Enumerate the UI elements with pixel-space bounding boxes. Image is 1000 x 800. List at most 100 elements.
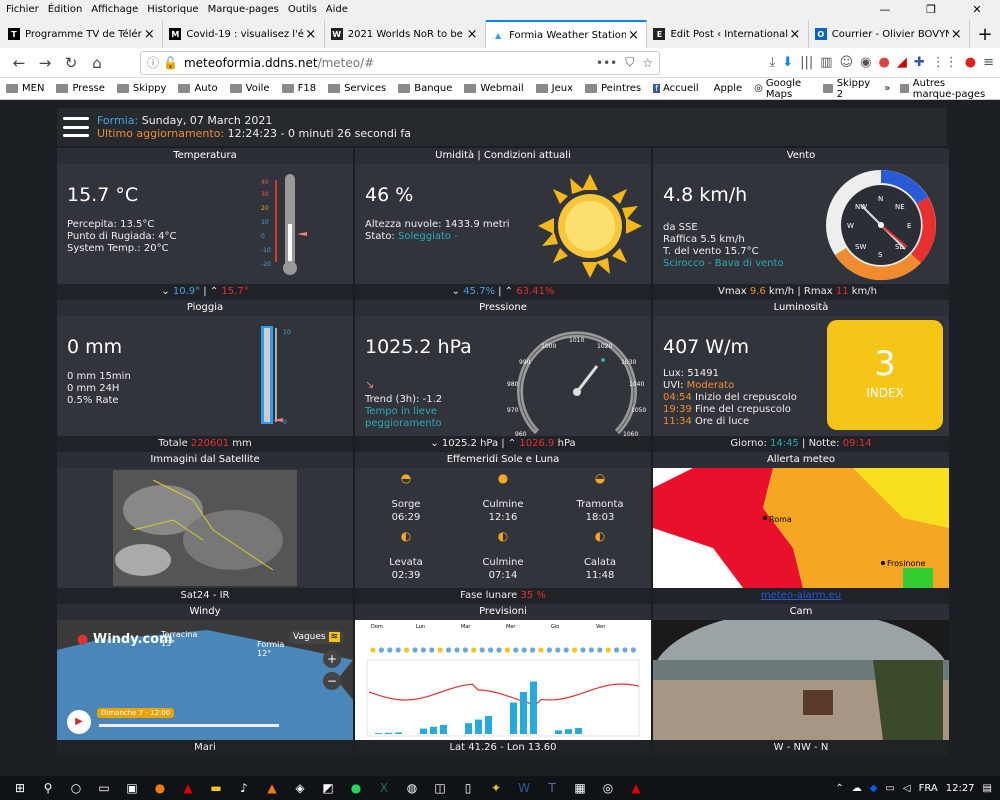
menu-historique[interactable]: Historique [147,4,198,15]
bookmark-folder[interactable]: Presse [56,83,105,94]
tab-edit-post[interactable]: E Edit Post ‹ International For× [647,20,809,48]
bookmark-google-maps[interactable]: ◎ Google Maps [754,78,811,100]
webcam-image[interactable] [653,620,949,740]
dropbox-icon[interactable]: ◆ [870,783,878,794]
app-icon[interactable]: ◩ [314,781,342,795]
alert-map[interactable]: Roma Frosinone [653,468,949,588]
close-tab-icon[interactable]: × [626,28,640,43]
bookmark-folder[interactable]: Voile [229,83,270,94]
windows-start-icon[interactable]: ⊞ [6,781,34,795]
menu-outils[interactable]: Outils [288,4,317,15]
pocket-icon[interactable]: ⛉ [625,55,634,70]
acrobat-icon[interactable]: ▲ [622,781,650,795]
grid-icon[interactable]: ⋮⋮ [932,55,958,70]
bookmark-folder[interactable]: Banque [398,83,452,94]
excel-icon[interactable]: X [370,781,398,795]
account-icon[interactable]: ◉ [860,55,871,70]
reload-icon[interactable]: ↻ [58,54,84,72]
timeline-slider[interactable] [99,724,279,727]
app-icon[interactable]: ▯ [454,781,482,795]
app-icon[interactable]: ▣ [118,781,146,795]
app-icon[interactable]: ▦ [566,781,594,795]
addon-icon[interactable]: ⤓ [770,55,776,70]
windy-layer-button[interactable]: Vagues ≋ [289,630,345,644]
home-icon[interactable]: ⌂ [84,54,110,72]
insecure-lock-icon[interactable]: 🔓 [163,56,178,70]
tab-worlds[interactable]: W 2021 Worlds NoR to be publ× [325,20,487,48]
close-tab-icon[interactable]: × [949,27,963,42]
close-tab-icon[interactable]: × [465,27,479,42]
bookmark-folder[interactable]: Auto [178,83,218,94]
app-icon[interactable]: ◍ [398,781,426,795]
menu-aide[interactable]: Aide [326,4,348,15]
acrobat-icon[interactable]: ▲ [174,781,202,795]
menu-fichier[interactable]: Fichier [6,4,39,15]
bookmark-apple[interactable]: Apple [711,83,742,94]
pdf-icon[interactable]: ◢ [897,55,907,70]
windy-logo[interactable]: ● Windy.com [77,632,173,647]
sync-icon[interactable]: ☺ [840,55,854,70]
cloud-icon[interactable]: ☁ [852,783,862,794]
page-actions-icon[interactable]: ••• [596,56,617,70]
download-icon[interactable]: ⬇ [782,55,793,70]
back-icon[interactable]: ← [6,54,32,72]
search-icon[interactable]: ⚲ [34,781,62,795]
menu-edition[interactable]: Édition [48,4,83,15]
volume-icon[interactable]: ◁ [903,783,911,794]
satellite-image[interactable] [113,470,297,586]
tab-telerama[interactable]: T Programme TV de Télérama× [2,20,164,48]
notifications-icon[interactable]: ▤ [983,783,992,794]
bookmark-folder[interactable]: Skippy 2 [822,78,873,100]
zoom-in-icon[interactable]: + [323,650,341,668]
cortana-icon[interactable]: ○ [62,781,90,795]
minimize-icon[interactable]: — [862,3,908,16]
tab-courrier[interactable]: O Courrier - Olivier BOVYN - O× [809,20,971,48]
firefox-icon[interactable]: ● [146,781,174,795]
folder-icon[interactable]: ▬ [202,781,230,795]
extension-icon[interactable]: ● [879,55,890,70]
sidebar-icon[interactable]: ▥ [820,55,832,70]
hamburger-menu-icon[interactable] [63,117,89,137]
close-tab-icon[interactable]: × [142,27,156,42]
other-bookmarks[interactable]: » Autres marque-pages [884,78,988,100]
play-icon[interactable]: ▶ [67,710,91,734]
forecast-chart[interactable]: Dom Lun Mar Mer Gio Ven [355,620,651,740]
close-window-icon[interactable]: ✕ [954,3,1000,16]
tab-covid[interactable]: M Covid-19 : visualisez l'évolut× [163,20,325,48]
whatsapp-icon[interactable]: ● [342,781,370,795]
bookmark-accueil[interactable]: f Accueil [653,83,699,94]
bookmark-star-icon[interactable]: ☆ [642,56,653,70]
bookmark-folder[interactable]: Webmail [464,83,524,94]
restore-icon[interactable]: ❐ [908,3,954,16]
close-tab-icon[interactable]: × [788,27,802,42]
menu-affichage[interactable]: Affichage [91,4,138,15]
clock[interactable]: 12:27 [946,783,975,794]
itunes-icon[interactable]: ♪ [230,781,258,795]
zoom-out-icon[interactable]: − [323,672,341,690]
forward-icon[interactable]: → [32,54,58,72]
bookmark-folder[interactable]: Skippy [116,83,166,94]
vlc-icon[interactable]: ▲ [258,781,286,795]
lastpass-icon[interactable]: ● [965,55,976,70]
site-info-icon[interactable]: ⓘ [147,54,159,71]
new-tab-icon[interactable]: + [970,20,1000,48]
bookmark-folder[interactable]: F18 [281,83,316,94]
network-icon[interactable]: ▭ [885,783,894,794]
close-tab-icon[interactable]: × [304,27,318,42]
task-view-icon[interactable]: ▭ [90,781,118,795]
app-icon[interactable]: ◈ [286,781,314,795]
app-icon[interactable]: ◫ [426,781,454,795]
word-icon[interactable]: W [510,781,538,795]
library-icon[interactable]: ||| [800,55,813,70]
url-bar[interactable]: ⓘ 🔓 meteoformia.ddns.net/meteo/# ••• ⛉ ☆ [140,50,660,75]
menu-icon[interactable]: ≡ [983,55,994,70]
tab-formia-weather[interactable]: ▲ Formia Weather Station × [486,20,648,48]
bookmark-folder[interactable]: Services [328,83,386,94]
app-icon[interactable]: ✦ [482,781,510,795]
language-indicator[interactable]: FRA [919,783,938,794]
bookmark-folder[interactable]: Jeux [535,83,573,94]
chevron-up-icon[interactable]: ⌃ [835,783,843,794]
bitwarden-icon[interactable]: ✚ [914,55,925,70]
menu-marque-pages[interactable]: Marque-pages [208,4,279,15]
bookmark-folder[interactable]: MEN [6,83,44,94]
